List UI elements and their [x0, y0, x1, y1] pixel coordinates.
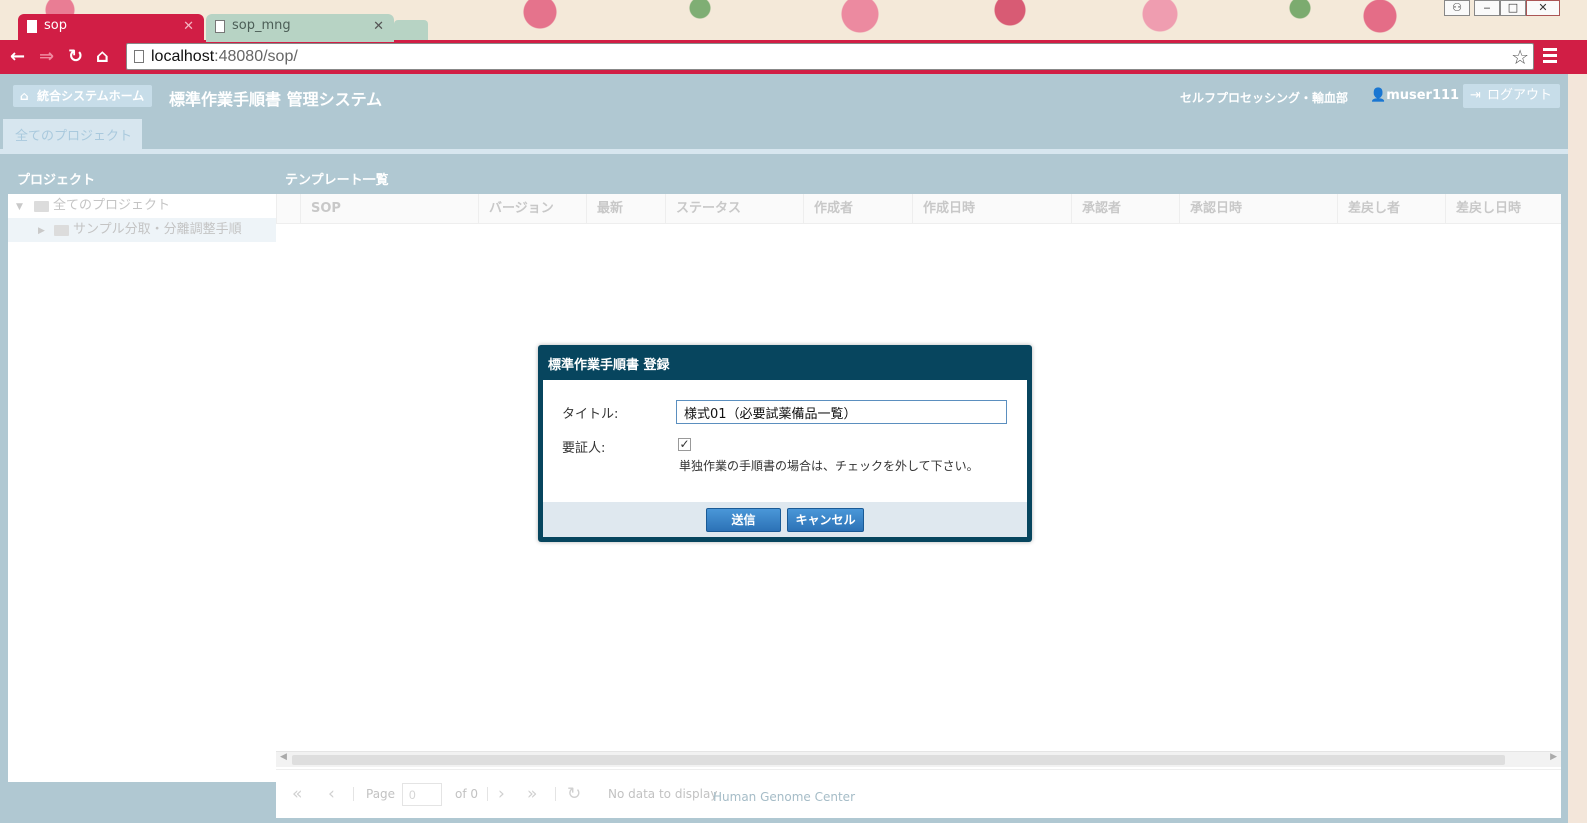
column-header[interactable]: 承認日時 [1179, 194, 1337, 224]
folder-icon [34, 201, 49, 212]
close-icon[interactable]: ✕ [373, 19, 384, 34]
reload-icon[interactable]: ↻ [68, 46, 83, 67]
scroll-right-icon[interactable]: ▶ [1550, 752, 1557, 762]
page-icon [134, 50, 144, 63]
logout-icon: ⇥ [1470, 88, 1481, 103]
portal-home-label: 統合システムホーム [37, 89, 145, 103]
browser-menu-icon[interactable] [1543, 48, 1557, 66]
collapse-arrow-icon[interactable]: ▶ [38, 219, 45, 243]
scrollbar-thumb[interactable] [292, 755, 1505, 765]
grid-header: SOP バージョン 最新 ステータス 作成者 作成日時 承認者 承認日時 差戻し… [276, 194, 1561, 224]
certifier-checkbox[interactable]: ✓ [678, 438, 691, 451]
project-tree: ▼ 全てのプロジェクト ▶ サンプル分取・分離調整手順 [8, 194, 276, 782]
app-title: 標準作業手順書 管理システム [169, 90, 383, 109]
page-icon [215, 20, 225, 33]
dialog-footer: 送信 キャンセル [543, 502, 1027, 537]
column-header[interactable]: 差戻し日時 [1445, 194, 1561, 224]
dialog-title: 標準作業手順書 登録 [548, 358, 670, 373]
logout-label: ログアウト [1487, 88, 1553, 103]
user-icon: 👤 [1370, 88, 1387, 103]
window-close-icon[interactable]: ✕ [1526, 0, 1560, 16]
project-panel-title: プロジェクト [8, 158, 276, 194]
tree-node-root[interactable]: ▼ 全てのプロジェクト [8, 194, 276, 218]
column-header[interactable]: 作成日時 [912, 194, 1071, 224]
send-button[interactable]: 送信 [706, 508, 781, 532]
home-icon: ⌂ [20, 89, 29, 103]
forward-icon[interactable]: ⇒ [39, 46, 54, 67]
title-input[interactable] [676, 400, 1007, 424]
back-icon[interactable]: ← [10, 46, 25, 67]
column-header[interactable]: バージョン [478, 194, 586, 224]
browser-tab-sop-mng[interactable]: sop_mng ✕ [206, 14, 394, 42]
column-header[interactable]: ステータス [665, 194, 803, 224]
portal-home-button[interactable]: ⌂ 統合システムホーム [13, 85, 153, 107]
dialog-body: タイトル: 要証人: ✓ 単独作業の手順書の場合は、チェックを外して下さい。 [543, 380, 1027, 502]
cancel-button[interactable]: キャンセル [787, 508, 864, 532]
maximize-icon[interactable]: □ [1500, 0, 1526, 16]
tree-node-child[interactable]: ▶ サンプル分取・分離調整手順 [8, 218, 276, 242]
bookmark-star-icon[interactable]: ☆ [1511, 45, 1529, 69]
certifier-hint: 単独作業の手順書の場合は、チェックを外して下さい。 [679, 459, 979, 473]
certifier-label: 要証人: [562, 441, 606, 456]
expand-arrow-icon[interactable]: ▼ [16, 195, 23, 219]
horizontal-scrollbar[interactable]: ◀ ▶ [276, 751, 1561, 767]
column-header[interactable]: SOP [300, 194, 478, 224]
address-bar[interactable]: localhost:48080/sop/ ☆ [126, 43, 1534, 70]
new-tab-button[interactable] [394, 20, 428, 40]
home-icon[interactable]: ⌂ [96, 46, 109, 67]
tab-all-projects[interactable]: 全てのプロジェクト [3, 119, 142, 149]
tree-node-label: サンプル分取・分離調整手順 [73, 222, 242, 237]
minimize-icon[interactable]: ‒ [1474, 0, 1500, 16]
page-icon [27, 20, 37, 33]
column-header[interactable]: 最新 [586, 194, 665, 224]
column-header-rownum [276, 194, 300, 224]
browser-titlebar: sop ✕ sop_mng ✕ ⚇ ‒ □ ✕ [0, 0, 1587, 42]
user-name: 👤muser111 [1370, 88, 1460, 103]
column-header[interactable]: 差戻し者 [1337, 194, 1445, 224]
tab-strip [0, 149, 1568, 154]
tree-node-label: 全てのプロジェクト [53, 198, 171, 213]
close-icon[interactable]: ✕ [183, 19, 194, 34]
title-field-label: タイトル: [562, 407, 619, 422]
column-header[interactable]: 承認者 [1071, 194, 1179, 224]
browser-toolbar: ← ⇒ ↻ ⌂ localhost:48080/sop/ ☆ [0, 40, 1587, 74]
tab-label: sop_mng [232, 18, 291, 33]
scroll-left-icon[interactable]: ◀ [280, 752, 287, 762]
column-header[interactable]: 作成者 [803, 194, 912, 224]
tab-label: sop [44, 18, 67, 33]
app-header: ⌂ 統合システムホーム 標準作業手順書 管理システム セルフプロセッシング・輸血… [0, 74, 1568, 118]
project-panel: プロジェクト ▼ 全てのプロジェクト ▶ サンプル分取・分離調整手順 [8, 158, 276, 782]
register-sop-dialog: 標準作業手順書 登録 タイトル: 要証人: ✓ 単独作業の手順書の場合は、チェッ… [538, 345, 1032, 542]
folder-icon [54, 225, 69, 236]
department-label: セルフプロセッシング・輸血部 [1180, 91, 1349, 105]
template-panel-title: テンプレート一覧 [276, 158, 1561, 194]
browser-tab-sop[interactable]: sop ✕ [18, 14, 204, 42]
url-text: localhost:48080/sop/ [151, 48, 298, 65]
footer-text: Human Genome Center [713, 790, 855, 804]
logout-button[interactable]: ⇥ ログアウト [1463, 84, 1561, 108]
profile-icon[interactable]: ⚇ [1444, 0, 1470, 16]
